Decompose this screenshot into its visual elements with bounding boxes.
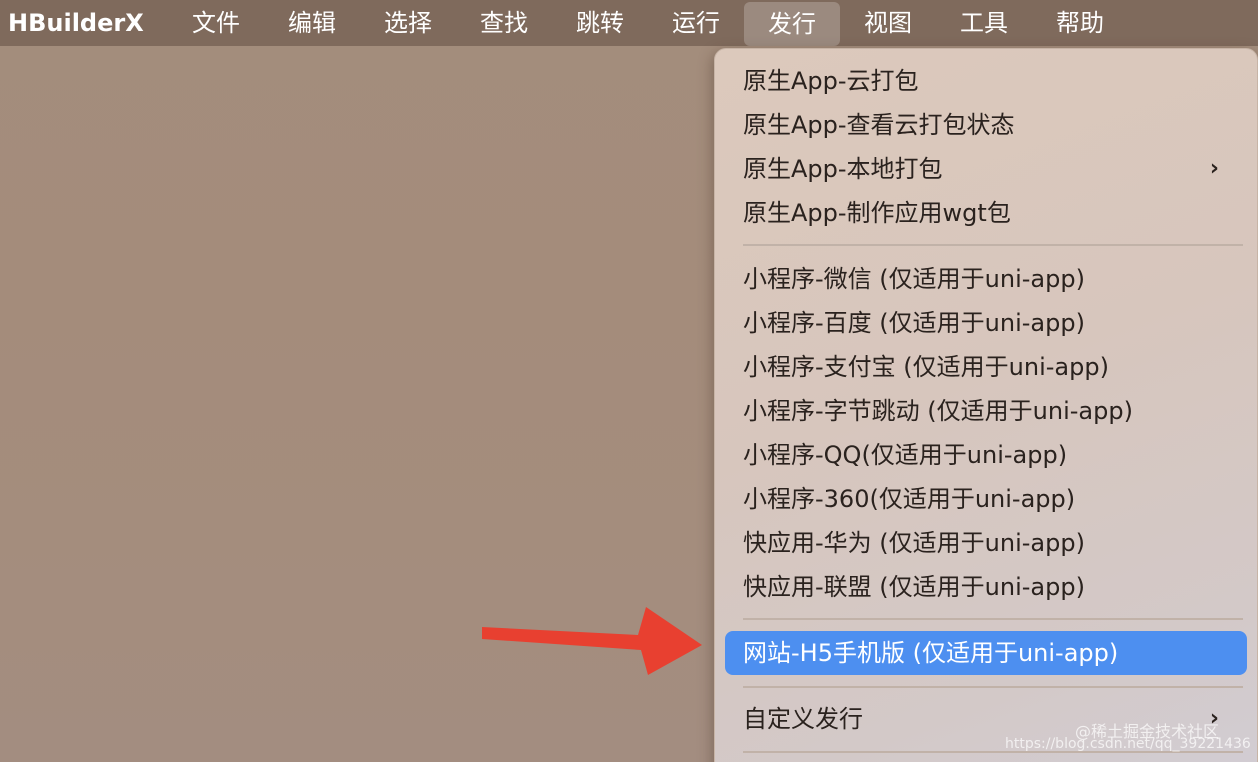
menu-help[interactable]: 帮助: [1032, 0, 1128, 46]
menu-tools[interactable]: 工具: [936, 0, 1032, 46]
menu-item-quickapp-huawei[interactable]: 快应用-华为 (仅适用于uni-app): [725, 523, 1247, 563]
menu-separator: [743, 244, 1243, 246]
menu-bar: HBuilderX 文件 编辑 选择 查找 跳转 运行 发行 视图 工具 帮助: [0, 0, 1258, 46]
menu-item-label: 快应用-联盟 (仅适用于uni-app): [743, 573, 1085, 601]
menu-publish[interactable]: 发行: [744, 2, 840, 46]
menu-item-label: 小程序-百度 (仅适用于uni-app): [743, 309, 1085, 337]
menu-item-mp-baidu[interactable]: 小程序-百度 (仅适用于uni-app): [725, 303, 1247, 343]
menu-item-label: 原生App-本地打包: [743, 155, 943, 183]
menu-item-label: 网站-H5手机版 (仅适用于uni-app): [743, 639, 1119, 667]
menu-item-h5-mobile[interactable]: 网站-H5手机版 (仅适用于uni-app): [725, 631, 1247, 675]
menu-item-label: 小程序-支付宝 (仅适用于uni-app): [743, 353, 1109, 381]
menu-separator: [743, 686, 1243, 688]
publish-dropdown-menu: 原生App-云打包 原生App-查看云打包状态 原生App-本地打包 › 原生Ap…: [714, 48, 1258, 762]
menu-find[interactable]: 查找: [456, 0, 552, 46]
menu-item-label: 小程序-微信 (仅适用于uni-app): [743, 265, 1085, 293]
menu-item-mp-toutiao[interactable]: 小程序-字节跳动 (仅适用于uni-app): [725, 391, 1247, 431]
menu-item-mp-360[interactable]: 小程序-360(仅适用于uni-app): [725, 479, 1247, 519]
desktop-screen: HBuilderX 文件 编辑 选择 查找 跳转 运行 发行 视图 工具 帮助 …: [0, 0, 1258, 762]
menu-item-label: 原生App-云打包: [743, 67, 919, 95]
menu-item-quickapp-union[interactable]: 快应用-联盟 (仅适用于uni-app): [725, 567, 1247, 607]
menu-goto[interactable]: 跳转: [552, 0, 648, 46]
menu-item-app-cloud-status[interactable]: 原生App-查看云打包状态: [725, 105, 1247, 145]
menu-item-mp-alipay[interactable]: 小程序-支付宝 (仅适用于uni-app): [725, 347, 1247, 387]
menu-item-app-cloud-pack[interactable]: 原生App-云打包: [725, 61, 1247, 101]
menu-item-label: 小程序-字节跳动 (仅适用于uni-app): [743, 397, 1133, 425]
menu-view[interactable]: 视图: [840, 0, 936, 46]
menu-item-label: 原生App-查看云打包状态: [743, 111, 1015, 139]
menu-item-mp-weixin[interactable]: 小程序-微信 (仅适用于uni-app): [725, 259, 1247, 299]
menu-edit[interactable]: 编辑: [264, 0, 360, 46]
menu-select[interactable]: 选择: [360, 0, 456, 46]
menu-item-label: 小程序-QQ(仅适用于uni-app): [743, 441, 1068, 469]
menu-file[interactable]: 文件: [168, 0, 264, 46]
menu-item-app-local-pack[interactable]: 原生App-本地打包 ›: [725, 149, 1247, 189]
menu-run[interactable]: 运行: [648, 0, 744, 46]
menu-item-app-wgt[interactable]: 原生App-制作应用wgt包: [725, 193, 1247, 233]
menu-item-label: 快应用-华为 (仅适用于uni-app): [743, 529, 1085, 557]
menu-item-mp-qq[interactable]: 小程序-QQ(仅适用于uni-app): [725, 435, 1247, 475]
menu-item-label: 自定义发行: [743, 705, 863, 733]
menu-item-label: 原生App-制作应用wgt包: [743, 199, 1011, 227]
chevron-right-icon: ›: [1209, 156, 1219, 181]
menu-separator: [743, 618, 1243, 620]
menu-item-label: 小程序-360(仅适用于uni-app): [743, 485, 1076, 513]
watermark-url: https://blog.csdn.net/qq_39221436: [1005, 736, 1251, 752]
app-name[interactable]: HBuilderX: [0, 9, 168, 37]
red-arrow-annotation-icon: [482, 607, 702, 675]
